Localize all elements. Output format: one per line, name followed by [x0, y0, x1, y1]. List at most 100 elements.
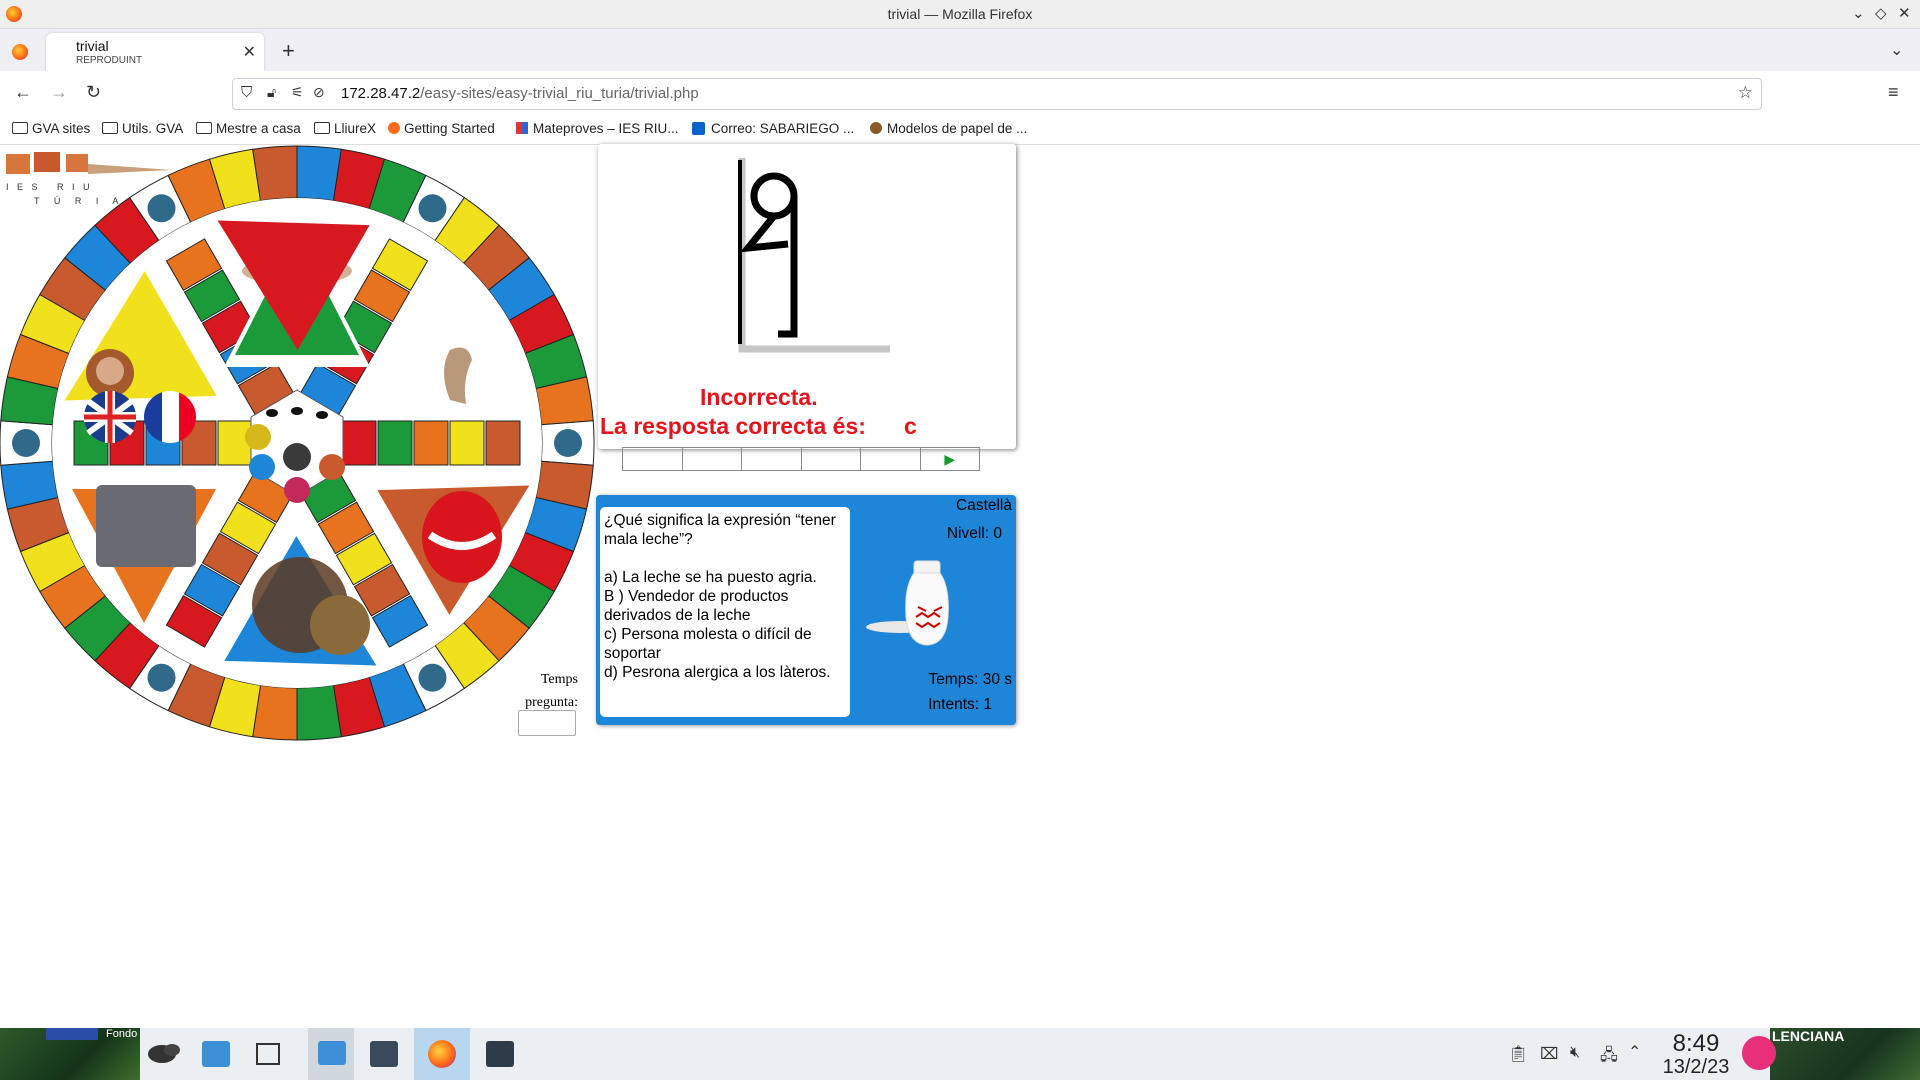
answer-slots: ▶ — [622, 447, 980, 471]
clock-date: 13/2/23 — [1662, 1056, 1730, 1078]
task-file-manager[interactable] — [308, 1028, 354, 1080]
site-icon — [870, 122, 882, 134]
user-avatar-icon[interactable] — [1742, 1036, 1776, 1070]
window-title: trivial — Mozilla Firefox — [887, 6, 1033, 22]
discover-icon[interactable] — [202, 1041, 230, 1067]
firefox-icon — [428, 1040, 456, 1068]
result-correct-label: La resposta correcta és: — [600, 413, 866, 439]
back-icon[interactable]: ← — [14, 82, 32, 103]
menu-icon[interactable]: ≡ — [1888, 82, 1899, 103]
clipboard-icon[interactable]: 📋︎ — [1508, 1044, 1528, 1064]
option-d[interactable]: d) Pesrona alergica a los làteros. — [604, 663, 846, 682]
tab-list-icon[interactable]: ⌄ — [1890, 40, 1903, 60]
lock-insecure-icon[interactable]: 🔓︎ — [267, 84, 276, 101]
folder-app-icon — [318, 1041, 346, 1065]
board-spoke-square[interactable] — [449, 420, 485, 466]
play-button[interactable]: ▶ — [921, 448, 980, 470]
forward-icon[interactable]: → — [50, 82, 68, 103]
desktop-wallpaper-right: LENCIANA — [1770, 1028, 1920, 1080]
reload-icon[interactable]: ↻ — [86, 82, 101, 103]
firefox-view-icon[interactable] — [12, 44, 28, 60]
question-text: ¿Qué significa la expresión “tener mala … — [604, 512, 836, 548]
dice-pip — [316, 411, 328, 419]
result-incorrect: Incorrecta. — [700, 384, 818, 410]
uk-flag-image — [84, 391, 136, 443]
bookmark-utils-gva[interactable]: Utils. GVA — [102, 121, 183, 136]
slot — [802, 448, 861, 470]
new-tab-icon[interactable]: + — [282, 38, 295, 64]
clock[interactable]: 8:49 13/2/23 — [1656, 1032, 1736, 1079]
close-tab-icon[interactable]: ✕ — [243, 42, 256, 62]
play-icon: ▶ — [944, 450, 956, 467]
dice-pip — [266, 409, 278, 417]
bookmark-getting-started[interactable]: Getting Started — [388, 121, 495, 136]
show-desktop-icon[interactable] — [256, 1043, 280, 1065]
bookmark-correo[interactable]: Correo: SABARIEGO ... — [692, 121, 854, 136]
board-square[interactable] — [296, 684, 342, 741]
volume-muted-icon[interactable]: 🔇︎ — [1570, 1044, 1580, 1062]
task-firefox[interactable] — [414, 1028, 470, 1080]
address-bar[interactable]: ⛉ 🔓︎ ⚟ ⊘ 172.28.47.2/easy-sites/easy-tri… — [232, 78, 1762, 110]
shield-icon[interactable]: ⛉ — [241, 84, 252, 101]
dice-pip — [291, 407, 303, 415]
wallpaper-text-right: LENCIANA — [1772, 1028, 1845, 1044]
question-timer-field[interactable] — [518, 710, 576, 736]
milk-bottle-icon — [866, 560, 949, 646]
bookmark-mateproves[interactable]: Mateproves – IES RIU... — [516, 121, 679, 136]
wedge-token-icon — [418, 663, 447, 692]
desktop-wallpaper-left: Fondo — [0, 1028, 140, 1080]
wedge-token-icon — [12, 429, 40, 457]
bookmarks-toolbar: GVA sites Utils. GVA Mestre a casa Lliur… — [0, 116, 1920, 145]
option-c[interactable]: c) Persona molesta o difícil de soportar — [604, 625, 846, 663]
hangman-drawing — [738, 158, 890, 353]
bookmark-modelos[interactable]: Modelos de papel de ... — [870, 121, 1027, 136]
bookmark-lliurex[interactable]: LliureX — [314, 121, 376, 136]
board-spoke-square[interactable] — [485, 420, 521, 466]
option-b[interactable]: B ) Vendedor de productos derivados de l… — [604, 587, 846, 625]
window-titlebar: trivial — Mozilla Firefox ⌄ ◇ ✕ — [0, 0, 1920, 29]
tab-title: trivial — [76, 38, 109, 54]
question-box: ¿Qué significa la expresión “tener mala … — [600, 507, 850, 717]
wedge-token-icon — [147, 663, 176, 692]
tab-subtitle: REPRODUINT — [76, 55, 143, 66]
close-window-icon[interactable]: ✕ — [1898, 4, 1911, 22]
board-spoke-square[interactable] — [413, 420, 449, 466]
result-correct-answer: c — [904, 413, 917, 439]
hangman-panel: Incorrecta. La resposta correcta és: c — [598, 144, 1016, 449]
wedge-token-icon — [554, 429, 582, 457]
question-timer-label: Temps pregunta: — [508, 668, 578, 714]
terminal-icon[interactable] — [370, 1041, 398, 1067]
option-a[interactable]: a) La leche se ha puesto agria. — [604, 568, 846, 587]
wedge-token-icon — [147, 194, 176, 223]
trivial-board[interactable] — [0, 145, 600, 745]
maximize-icon[interactable]: ◇ — [1875, 4, 1887, 22]
wedge-token-icon — [418, 194, 447, 223]
app-launcher-icon[interactable] — [146, 1040, 182, 1066]
board-spoke-square[interactable] — [341, 420, 377, 466]
board-spoke-square[interactable] — [377, 420, 413, 466]
board-square[interactable] — [252, 145, 298, 202]
tracking-icon[interactable]: ⊘ — [313, 84, 325, 101]
url-text: 172.28.47.2/easy-sites/easy-trivial_riu_… — [341, 85, 699, 102]
level-label: Nivell: 0 — [946, 525, 1002, 542]
folder-icon — [196, 122, 212, 134]
bookmark-gva-sites[interactable]: GVA sites — [12, 121, 90, 136]
shield-image — [310, 595, 370, 655]
calculator-icon[interactable] — [486, 1041, 514, 1067]
time-label: Temps: 30 s — [928, 671, 1012, 688]
permissions-icon[interactable]: ⚟ — [291, 84, 304, 101]
wallpaper-flag — [46, 1028, 98, 1040]
tray-expand-icon[interactable]: ⌃ — [1628, 1042, 1641, 1062]
slot — [623, 448, 683, 470]
network-icon[interactable]: 🖧 — [1600, 1044, 1618, 1071]
usb-icon[interactable]: ⌧ — [1540, 1044, 1558, 1064]
slot — [861, 448, 921, 470]
question-panel: ¿Qué significa la expresión “tener mala … — [596, 495, 1016, 725]
bookmark-star-icon[interactable]: ☆ — [1738, 83, 1753, 103]
minimize-icon[interactable]: ⌄ — [1852, 4, 1865, 22]
tab-trivial[interactable]: trivial REPRODUINT ✕ — [46, 33, 264, 71]
slot — [683, 448, 742, 470]
site-icon — [516, 122, 528, 134]
language-label: Castellà — [956, 497, 1012, 514]
bookmark-mestre-a-casa[interactable]: Mestre a casa — [196, 121, 301, 136]
